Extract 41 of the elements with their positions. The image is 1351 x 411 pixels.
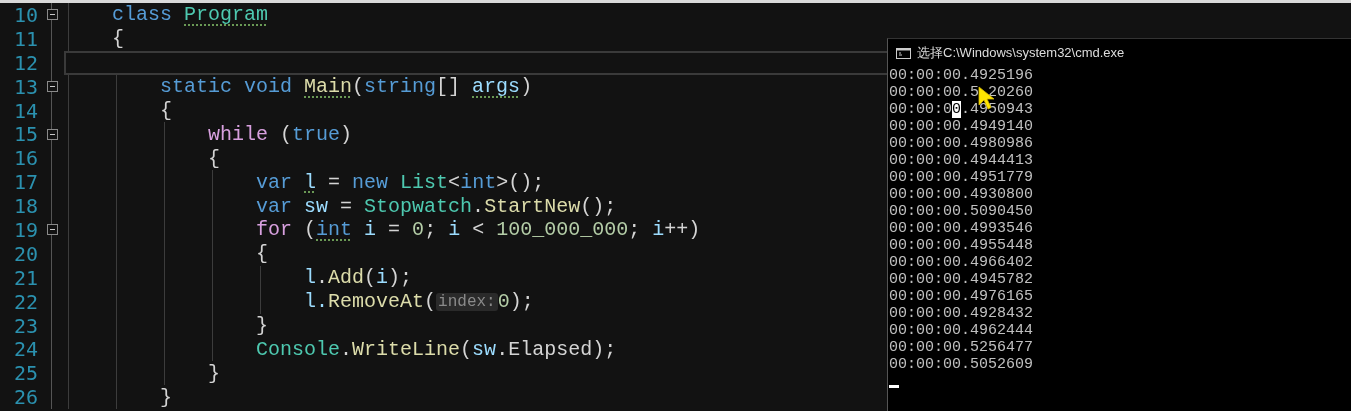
output-line: 00:00:00.5090450 xyxy=(889,203,1034,220)
line-number: 17 xyxy=(12,170,39,195)
line-number: 10 xyxy=(12,3,39,27)
collapse-icon[interactable] xyxy=(46,128,58,140)
line-number: 23 xyxy=(12,313,39,338)
output-line: 00:00:00.4951779 xyxy=(889,169,1034,186)
line-number: 18 xyxy=(12,194,39,219)
line-number: 12 xyxy=(12,50,39,75)
output-line: 00:00:00.5052609 xyxy=(889,356,1034,373)
line-number: 20 xyxy=(12,241,39,266)
output-line: 00:00:00.4928432 xyxy=(889,305,1034,322)
output-line: 00:00:00.4949140 xyxy=(889,118,1034,135)
line-number: 21 xyxy=(12,265,39,290)
line-number: 24 xyxy=(12,337,39,362)
output-line: 00:00:00.5 20260 xyxy=(889,84,1034,101)
line-number: 19 xyxy=(12,217,39,242)
line-number: 16 xyxy=(12,146,39,171)
text-cursor xyxy=(889,385,899,388)
output-line: 00:00:00.4966402 xyxy=(889,254,1034,271)
collapse-icon[interactable] xyxy=(46,81,58,93)
output-line: 00:00:00.4944413 xyxy=(889,152,1034,169)
output-line: 00:00:00.4945782 xyxy=(889,271,1034,288)
line-number: 14 xyxy=(12,98,39,123)
output-line: 00:00:00.4925196 xyxy=(889,67,1034,84)
line-number: 22 xyxy=(12,289,39,314)
output-line: 00:00:00.4980986 xyxy=(889,135,1034,152)
output-line: 00:00:00.4962444 xyxy=(889,322,1034,339)
collapse-icon[interactable] xyxy=(46,224,58,236)
output-line: 00:00:00.4955448 xyxy=(889,237,1034,254)
line-number: 25 xyxy=(12,361,39,386)
output-line: 00:00:00.4976165 xyxy=(889,288,1034,305)
output-line: 00:00:00.4950943 xyxy=(889,101,1034,118)
collapse-icon[interactable] xyxy=(46,9,58,21)
line-number: 26 xyxy=(12,385,39,410)
console-icon xyxy=(896,47,911,59)
output-line: 00:00:00.5256477 xyxy=(889,339,1034,356)
output-line: 00:00:00.4993546 xyxy=(889,220,1034,237)
line-number: 13 xyxy=(12,74,39,99)
line-number: 15 xyxy=(12,122,39,147)
output-line: 00:00:00.4930800 xyxy=(889,186,1034,203)
line-number: 11 xyxy=(12,26,39,51)
